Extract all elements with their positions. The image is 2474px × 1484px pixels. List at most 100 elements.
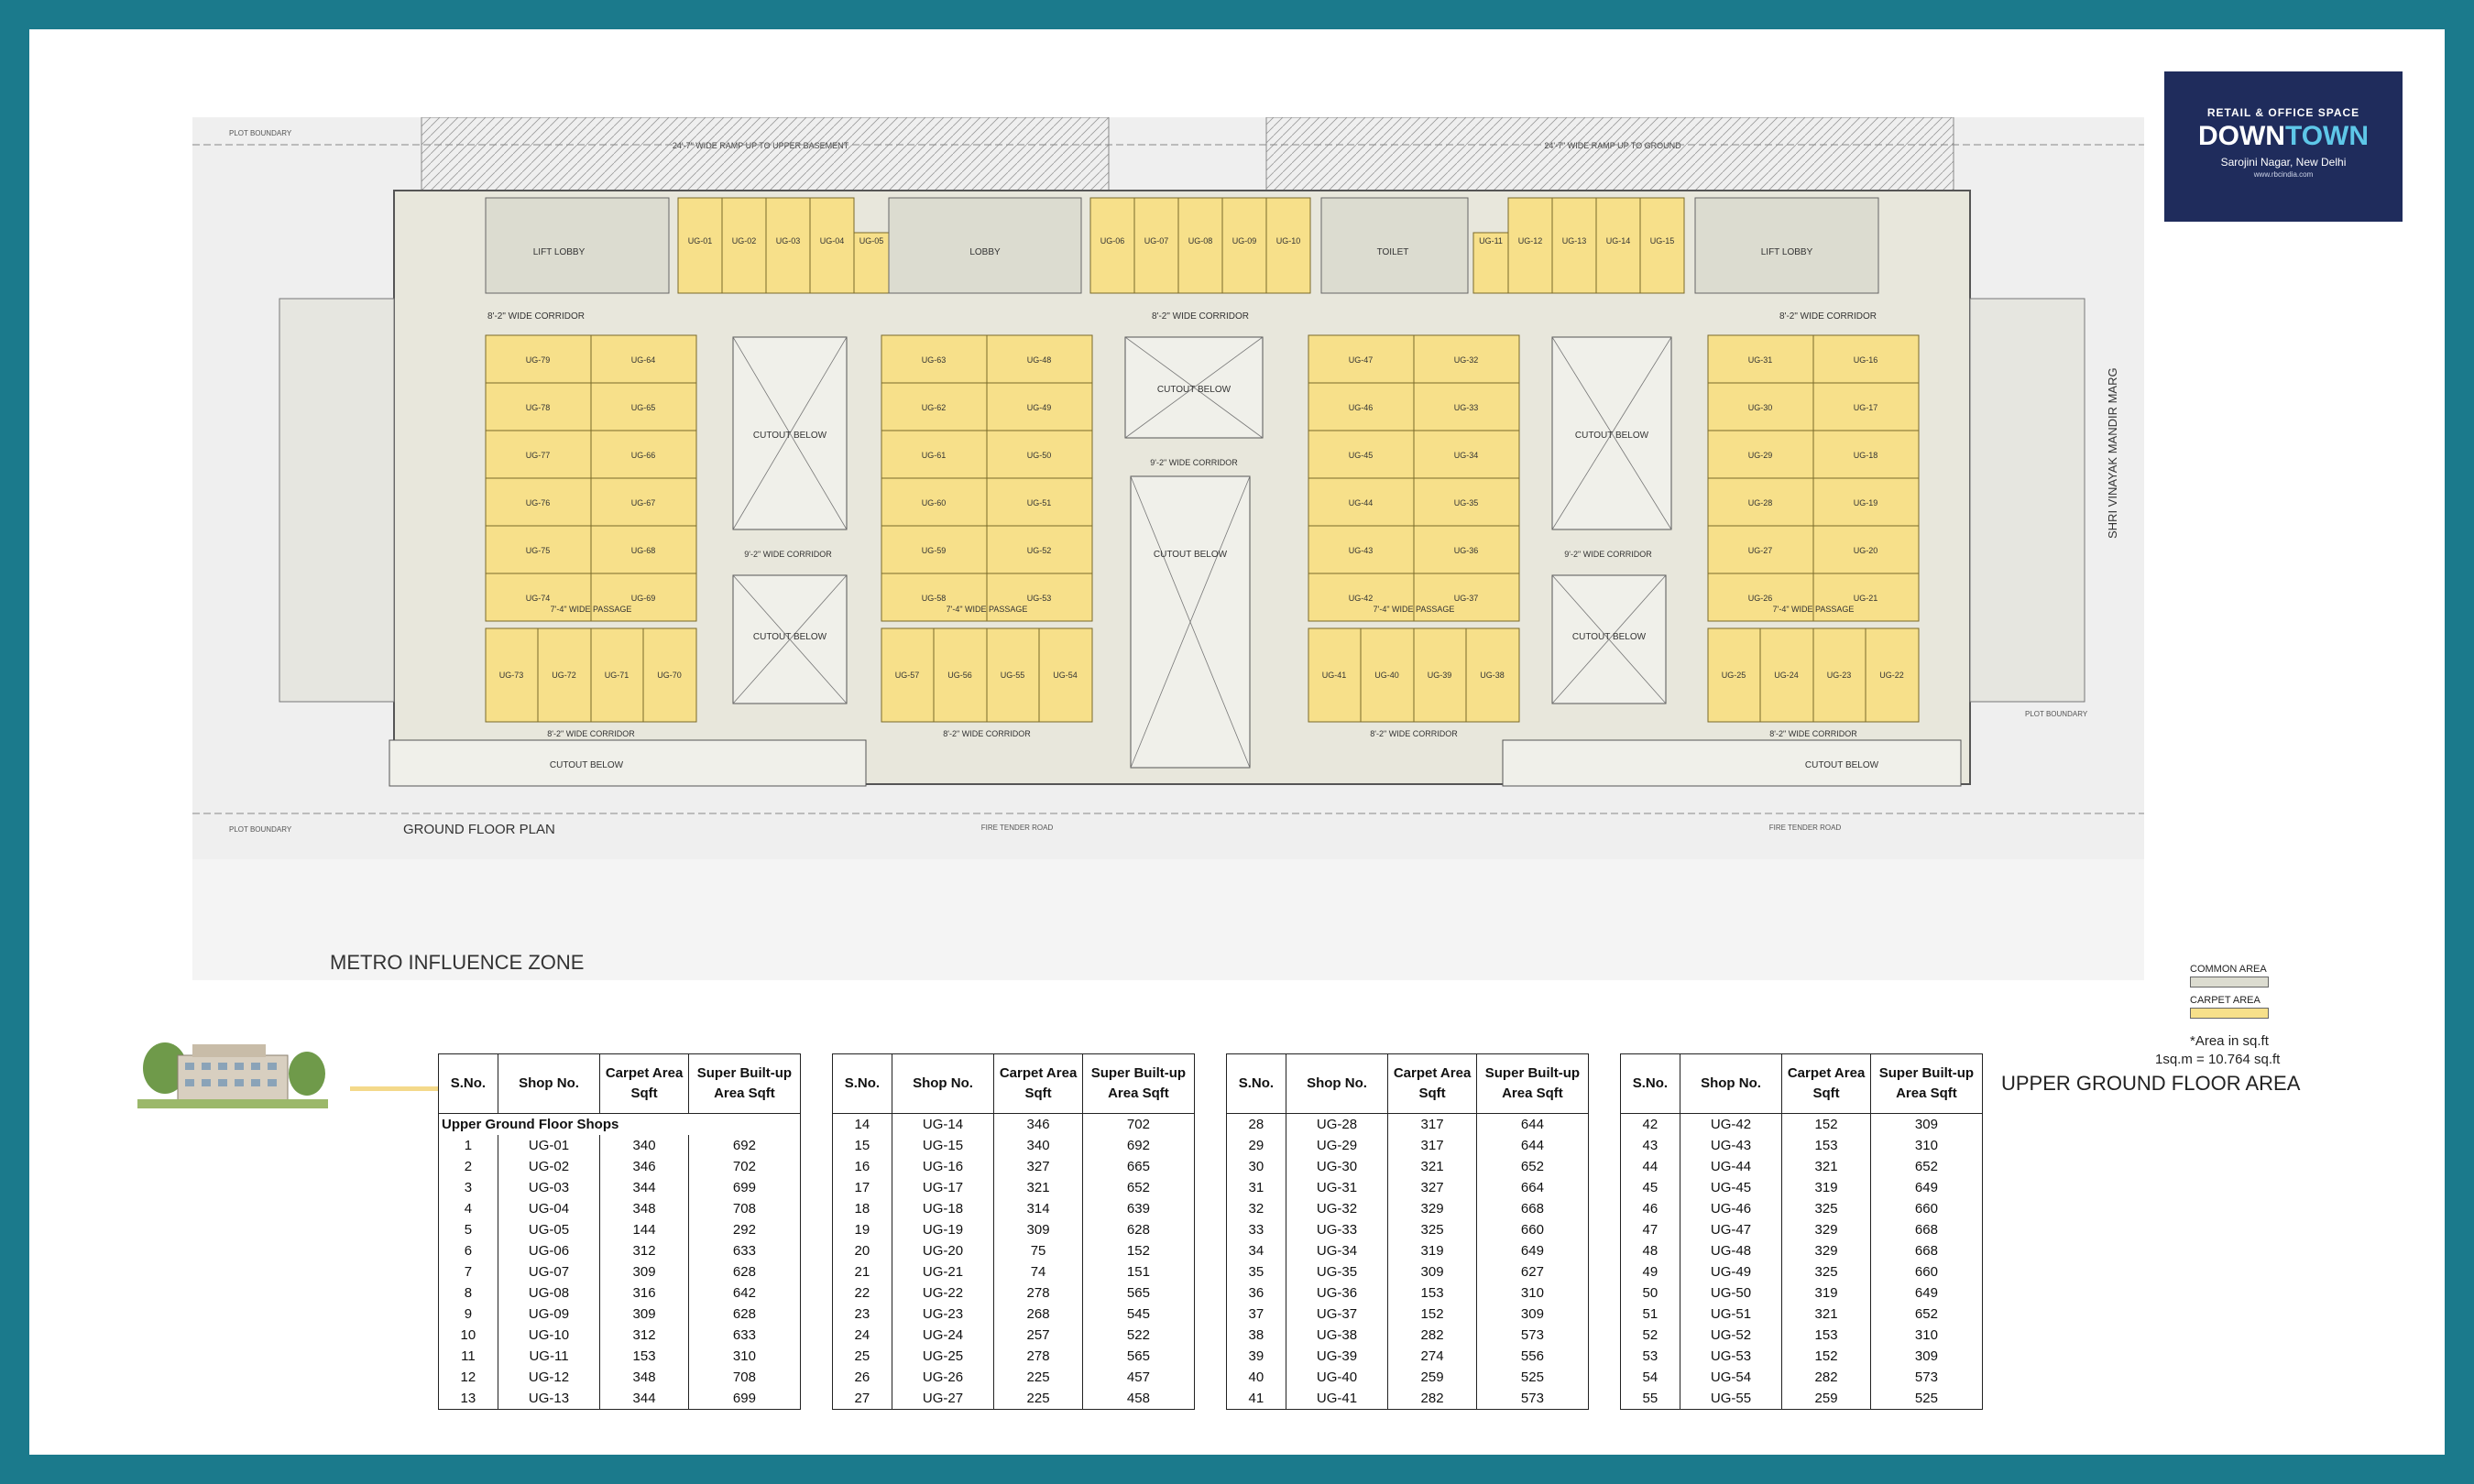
road-name-label: SHRI VINAYAK MANDIR MARG — [2106, 367, 2119, 539]
shop-ug-08 — [1177, 197, 1223, 294]
table-cell: 649 — [1475, 1240, 1590, 1261]
table-cell: UG-29 — [1285, 1135, 1389, 1156]
corridor-label: 8'-2" WIDE CORRIDOR — [487, 311, 585, 322]
table-cell: 225 — [993, 1367, 1083, 1388]
table-cell: 652 — [1475, 1156, 1590, 1177]
shop-id-label: UG-70 — [657, 671, 682, 680]
shop-id-label: UG-16 — [1854, 355, 1878, 365]
table-header-row: S.No. Shop No. Carpet Area Sqft Super Built… — [438, 1053, 802, 1114]
table-cell: UG-13 — [497, 1388, 601, 1410]
table-cell: UG-55 — [1679, 1388, 1783, 1410]
shop-id-label: UG-69 — [631, 594, 656, 603]
table-row: 9 UG-09 309 628 — [438, 1304, 802, 1325]
shop-id-label: UG-73 — [499, 671, 524, 680]
table-cell: 321 — [1387, 1156, 1477, 1177]
shop-id-label: UG-77 — [526, 451, 551, 460]
table-cell: 32 — [1226, 1198, 1286, 1219]
table-cell: 36 — [1226, 1282, 1286, 1304]
cutout-label: CUTOUT BELOW — [753, 431, 827, 441]
table-cell: UG-33 — [1285, 1219, 1389, 1240]
table-cell: 257 — [993, 1325, 1083, 1346]
shop-id-label: UG-03 — [776, 236, 801, 246]
shop-id-label: UG-45 — [1349, 451, 1374, 460]
table-cell: 1 — [438, 1135, 498, 1156]
table-cell: 55 — [1620, 1388, 1680, 1410]
table-cell: UG-32 — [1285, 1198, 1389, 1219]
shop-ug-07 — [1133, 197, 1179, 294]
table-cell: 153 — [1781, 1135, 1871, 1156]
ramp-right — [1265, 117, 1954, 191]
table-cell: UG-20 — [891, 1240, 995, 1261]
table-cell: 628 — [687, 1304, 802, 1325]
table-header-cell: Shop No. — [1285, 1053, 1389, 1114]
shop-id-label: UG-35 — [1454, 498, 1479, 507]
table-header-cell: Carpet Area Sqft — [1387, 1053, 1477, 1114]
table-row: 45 UG-45 319 649 — [1620, 1177, 1984, 1198]
table-cell: UG-27 — [891, 1388, 995, 1410]
brand-tagline: RETAIL & OFFICE SPACE — [2206, 106, 2360, 119]
floor-plan: 24'-7" WIDE RAMP UP TO UPPER BASEMENT 24… — [192, 117, 2144, 980]
table-cell: 458 — [1081, 1388, 1196, 1410]
passage-label: 7'-4" WIDE PASSAGE — [947, 605, 1028, 614]
table-cell: UG-21 — [891, 1261, 995, 1282]
table-cell: UG-01 — [497, 1135, 601, 1156]
table-header-row: S.No. Shop No. Carpet Area Sqft Super Built… — [1620, 1053, 1984, 1114]
table-cell: 11 — [438, 1346, 498, 1367]
table-cell: UG-36 — [1285, 1282, 1389, 1304]
shop-id-label: UG-05 — [859, 236, 884, 246]
shop-id-label: UG-57 — [895, 671, 920, 680]
shop-id-label: UG-48 — [1027, 355, 1052, 365]
shop-ug-15 — [1639, 197, 1685, 294]
table-cell: 310 — [687, 1346, 802, 1367]
table-cell: 14 — [832, 1113, 892, 1135]
lift-lobby-label: LIFT LOBBY — [1761, 247, 1813, 257]
table-cell: 312 — [599, 1325, 689, 1346]
table-row: 6 UG-06 312 633 — [438, 1240, 802, 1261]
table-cell: UG-43 — [1679, 1135, 1783, 1156]
cutout-8 — [1502, 739, 1962, 787]
table-row: 47 UG-47 329 668 — [1620, 1219, 1984, 1240]
corridor-label: 8'-2" WIDE CORRIDOR — [1769, 729, 1857, 738]
ramp-left — [421, 117, 1110, 191]
table-cell: 12 — [438, 1367, 498, 1388]
table-cell: 321 — [993, 1177, 1083, 1198]
table-row: 49 UG-49 325 660 — [1620, 1261, 1984, 1282]
table-header-cell: S.No. — [832, 1053, 892, 1114]
table-cell: 344 — [599, 1177, 689, 1198]
shop-id-label: UG-30 — [1748, 403, 1773, 412]
shop-table-3: S.No. Shop No. Carpet Area Sqft Super Built… — [1226, 1053, 1590, 1410]
table-row: 48 UG-48 329 668 — [1620, 1240, 1984, 1261]
table-cell: UG-11 — [497, 1346, 601, 1367]
shop-id-label: UG-14 — [1606, 236, 1631, 246]
shop-id-label: UG-24 — [1774, 671, 1799, 680]
table-cell: 565 — [1081, 1346, 1196, 1367]
core-east — [1694, 197, 1879, 294]
shop-id-label: UG-08 — [1188, 236, 1213, 246]
table-caption: Upper Ground Floor Shops — [438, 1113, 801, 1135]
shop-id-label: UG-12 — [1518, 236, 1543, 246]
table-header-cell: Carpet Area Sqft — [993, 1053, 1083, 1114]
shop-id-label: UG-65 — [631, 403, 656, 412]
building-thumbnail — [137, 1042, 328, 1108]
table-row: 3 UG-03 344 699 — [438, 1177, 802, 1198]
cutout-label: CUTOUT BELOW — [550, 760, 624, 770]
ramp-up-text: 24'-7" WIDE RAMP UP TO UPPER BASEMENT — [673, 141, 849, 150]
cutout-label: CUTOUT BELOW — [1154, 550, 1228, 560]
table-cell: 292 — [687, 1219, 802, 1240]
table-cell: 48 — [1620, 1240, 1680, 1261]
table-cell: 13 — [438, 1388, 498, 1410]
table-header-cell: Shop No. — [891, 1053, 995, 1114]
shop-id-label: UG-37 — [1454, 594, 1479, 603]
shop-id-label: UG-39 — [1428, 671, 1452, 680]
table-row: 25 UG-25 278 565 — [832, 1346, 1196, 1367]
table-row: 19 UG-19 309 628 — [832, 1219, 1196, 1240]
table-cell: 664 — [1475, 1177, 1590, 1198]
table-header-cell: Super Built-up Area Sqft — [687, 1053, 802, 1114]
table-row: 43 UG-43 153 310 — [1620, 1135, 1984, 1156]
table-cell: UG-35 — [1285, 1261, 1389, 1282]
table-cell: 50 — [1620, 1282, 1680, 1304]
table-cell: 282 — [1387, 1325, 1477, 1346]
table-cell: UG-30 — [1285, 1156, 1389, 1177]
table-cell: 310 — [1475, 1282, 1590, 1304]
shop-id-label: UG-53 — [1027, 594, 1052, 603]
